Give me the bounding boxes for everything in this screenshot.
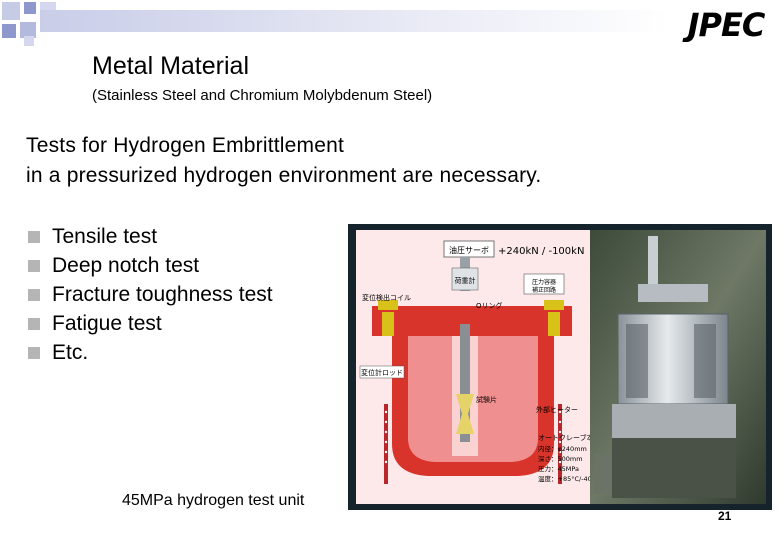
jpec-logo: JPEC (682, 6, 767, 42)
image-caption: 45MPa hydrogen test unit (122, 492, 305, 509)
bullet-square-icon (28, 259, 40, 272)
label-heater: 外部ヒーター (536, 405, 578, 414)
label-pressure-circuit: 圧力容器 (532, 278, 556, 286)
svg-text:補正回路: 補正回路 (532, 286, 556, 294)
bullet-square-icon (28, 317, 40, 330)
label-specimen: 試験片 (476, 395, 497, 404)
list-item: Fracture toughness test (28, 280, 273, 309)
decor-square (2, 2, 20, 20)
test-list: Tensile test Deep notch test Fracture to… (28, 222, 273, 367)
hydrogen-test-unit-image: 油圧サーボ +240kN / -100kN 荷重計 圧力容器 補正回路 変位検出… (348, 224, 772, 510)
bullet-square-icon (28, 346, 40, 359)
bullet-label: Fatigue test (52, 311, 162, 335)
list-item: Deep notch test (28, 251, 273, 280)
decor-square (24, 36, 34, 46)
slide-title: Metal Material (92, 52, 249, 80)
decor-square (2, 24, 16, 38)
header-bar (40, 10, 670, 32)
label-spec-1: 内径：φ240mm (538, 444, 587, 453)
list-item: Tensile test (28, 222, 273, 251)
label-load-cell: 荷重計 (455, 276, 476, 285)
label-disp-coil: 変位検出コイル (362, 293, 411, 302)
bullet-label: Fracture toughness test (52, 282, 273, 306)
label-o-ring: Oリング (476, 301, 503, 310)
label-disp-rod: 変位計ロッド (361, 368, 403, 377)
bullet-square-icon (28, 288, 40, 301)
list-item: Fatigue test (28, 309, 273, 338)
logo-text: JPEC (682, 6, 766, 42)
page-number: 21 (718, 509, 732, 523)
list-item: Etc. (28, 338, 273, 367)
bullet-label: Deep notch test (52, 253, 200, 277)
decor-square (24, 2, 36, 14)
lead-text-line-1: Tests for Hydrogen Embrittlement (26, 134, 345, 157)
bullet-label: Etc. (52, 340, 89, 364)
bullet-label: Tensile test (52, 224, 158, 248)
label-servo: 油圧サーボ (449, 245, 489, 255)
bullet-square-icon (28, 230, 40, 243)
label-spec-2: 深さ：500mm (538, 454, 583, 463)
vessel-lid (372, 306, 572, 336)
slide-subtitle: (Stainless Steel and Chromium Molybdenum… (92, 87, 433, 104)
label-spec-3: 圧力：45MPa (538, 464, 579, 473)
lead-text-line-2: in a pressurized hydrogen environment ar… (26, 164, 542, 187)
label-load-spec: +240kN / -100kN (498, 246, 584, 257)
